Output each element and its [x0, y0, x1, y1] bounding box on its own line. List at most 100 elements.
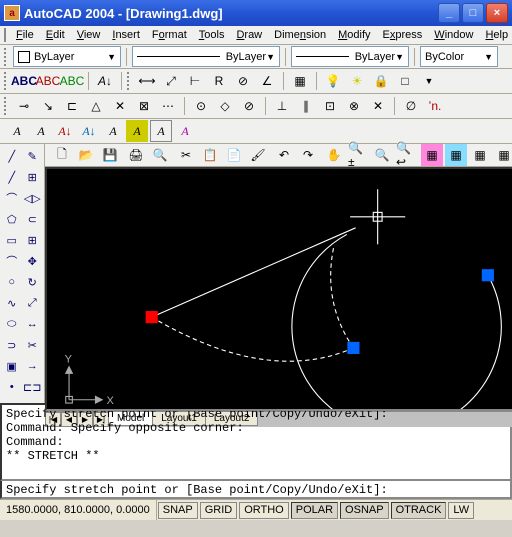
- plot-icon[interactable]: 🖨: [125, 144, 147, 166]
- toolbar-grip-icon[interactable]: [127, 72, 131, 90]
- midpoint-icon[interactable]: △: [85, 95, 107, 117]
- menu-tools[interactable]: Tools: [193, 27, 231, 43]
- rectangle-icon[interactable]: ▭: [2, 230, 22, 250]
- none-icon[interactable]: ∅: [400, 95, 422, 117]
- lwt-toggle[interactable]: LW: [448, 502, 474, 519]
- perpendicular-icon[interactable]: ⊥: [271, 95, 293, 117]
- menu-window[interactable]: Window: [428, 27, 479, 43]
- linear-dim-icon[interactable]: ⟷: [136, 70, 158, 92]
- block-icon[interactable]: ▣: [2, 356, 22, 376]
- ellipse-icon[interactable]: ⬭: [2, 314, 22, 334]
- stretch-icon[interactable]: ↔: [23, 314, 43, 334]
- extend-icon[interactable]: →: [23, 356, 43, 376]
- coordinate-display[interactable]: 1580.0000, 810.0000, 0.0000: [0, 500, 157, 520]
- otrack-toggle[interactable]: OTRACK: [391, 502, 447, 519]
- polar-toggle[interactable]: POLAR: [291, 502, 338, 519]
- mtext-icon[interactable]: ABC: [61, 70, 83, 92]
- move-icon[interactable]: ✥: [23, 251, 43, 271]
- appint-icon[interactable]: ⊠: [133, 95, 155, 117]
- circle-icon[interactable]: ○: [2, 272, 22, 292]
- line-icon[interactable]: ╱: [2, 146, 22, 166]
- toolbar-grip-icon[interactable]: [4, 48, 8, 66]
- menu-view[interactable]: View: [71, 27, 107, 43]
- pan-icon[interactable]: ✋: [323, 144, 345, 166]
- text-style-icon[interactable]: ABC: [13, 70, 35, 92]
- angular-dim-icon[interactable]: ∠: [256, 70, 278, 92]
- layer-swatch-icon[interactable]: □: [394, 70, 416, 92]
- offset-icon[interactable]: ⊂: [23, 209, 43, 229]
- plotstyle-dropdown[interactable]: ByColor ▼: [420, 46, 498, 67]
- text-icon[interactable]: ABC: [37, 70, 59, 92]
- extension-icon[interactable]: ⋯: [157, 95, 179, 117]
- trim-icon[interactable]: ✂: [23, 335, 43, 355]
- dtext4-icon[interactable]: A↓: [78, 120, 100, 142]
- lineweight-dropdown[interactable]: ByLayer ▼: [291, 46, 409, 67]
- drawing-canvas[interactable]: X Y: [45, 167, 512, 411]
- dtext7-icon[interactable]: A: [150, 120, 172, 142]
- dtext6-icon[interactable]: A: [126, 120, 148, 142]
- dtext8-icon[interactable]: A: [174, 120, 196, 142]
- open-icon[interactable]: 📂: [75, 144, 97, 166]
- matchprop-icon[interactable]: 🖌: [247, 144, 269, 166]
- dbc-icon[interactable]: ▦: [493, 144, 512, 166]
- dtext2-icon[interactable]: A: [30, 120, 52, 142]
- diameter-dim-icon[interactable]: ⊘: [232, 70, 254, 92]
- new-icon[interactable]: 🗋: [51, 144, 73, 166]
- erase-icon[interactable]: ✎: [23, 146, 43, 166]
- center-icon[interactable]: ⊙: [190, 95, 212, 117]
- rotate-icon[interactable]: ↻: [23, 272, 43, 292]
- menu-format[interactable]: Format: [146, 27, 193, 43]
- layer-props-icon[interactable]: ▦: [289, 70, 311, 92]
- menu-dimension[interactable]: Dimension: [268, 27, 332, 43]
- minimize-button[interactable]: _: [438, 3, 460, 23]
- menu-help[interactable]: Help: [479, 27, 512, 43]
- osnap-settings-icon[interactable]: ʼn.: [424, 95, 446, 117]
- preview-icon[interactable]: 🔍: [149, 144, 171, 166]
- sun-icon[interactable]: ☀: [346, 70, 368, 92]
- tracking-icon[interactable]: ⊸: [13, 95, 35, 117]
- xline-icon[interactable]: ╱: [2, 167, 22, 187]
- redo-icon[interactable]: ↷: [297, 144, 319, 166]
- from-icon[interactable]: ↘: [37, 95, 59, 117]
- array-icon[interactable]: ⊞: [23, 230, 43, 250]
- scale-icon[interactable]: ⤢: [23, 293, 43, 313]
- zoomwin-icon[interactable]: 🔍: [371, 144, 393, 166]
- menu-express[interactable]: Express: [377, 27, 429, 43]
- spline-icon[interactable]: ∿: [2, 293, 22, 313]
- save-icon[interactable]: 💾: [99, 144, 121, 166]
- tangent-icon[interactable]: ⊘: [238, 95, 260, 117]
- command-input[interactable]: Specify stretch point or [Base point/Cop…: [0, 481, 512, 499]
- intersection-icon[interactable]: ✕: [109, 95, 131, 117]
- pline-icon[interactable]: ⌒: [2, 188, 22, 208]
- nearest-icon[interactable]: ✕: [367, 95, 389, 117]
- polygon-icon[interactable]: ⬠: [2, 209, 22, 229]
- quadrant-icon[interactable]: ◇: [214, 95, 236, 117]
- arc-icon[interactable]: ⌒: [2, 251, 22, 271]
- maximize-button[interactable]: □: [462, 3, 484, 23]
- linetype-dropdown[interactable]: ByLayer ▼: [132, 46, 280, 67]
- ellipsearc-icon[interactable]: ⊃: [2, 335, 22, 355]
- osnap-toggle[interactable]: OSNAP: [340, 502, 389, 519]
- toolbar-grip-icon[interactable]: [4, 72, 8, 90]
- radius-dim-icon[interactable]: R: [208, 70, 230, 92]
- point-icon[interactable]: •: [2, 377, 22, 397]
- doc-icon[interactable]: [4, 28, 6, 42]
- menu-modify[interactable]: Modify: [332, 27, 376, 43]
- dtext-icon[interactable]: A: [6, 120, 28, 142]
- dtext3-icon[interactable]: A↓: [54, 120, 76, 142]
- dc-icon[interactable]: ▦: [445, 144, 467, 166]
- bulb-on-icon[interactable]: 💡: [322, 70, 344, 92]
- dtext5-icon[interactable]: A: [102, 120, 124, 142]
- layer-combo-arrow-icon[interactable]: ▼: [418, 70, 440, 92]
- copy-clip-icon[interactable]: 📋: [199, 144, 221, 166]
- aligned-dim-icon[interactable]: ⤢: [160, 70, 182, 92]
- menu-file[interactable]: File: [10, 27, 40, 43]
- ortho-toggle[interactable]: ORTHO: [239, 502, 289, 519]
- menu-edit[interactable]: Edit: [40, 27, 71, 43]
- menu-draw[interactable]: Draw: [230, 27, 268, 43]
- break-icon[interactable]: ⊏⊐: [23, 377, 43, 397]
- endpoint-icon[interactable]: ⊏: [61, 95, 83, 117]
- parallel-icon[interactable]: ∥: [295, 95, 317, 117]
- insert-icon[interactable]: ⊡: [319, 95, 341, 117]
- color-dropdown[interactable]: ByLayer ▼: [13, 46, 121, 67]
